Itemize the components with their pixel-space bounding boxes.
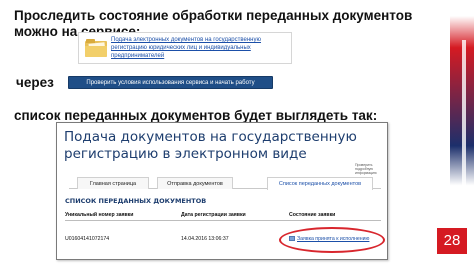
service-tabs: Главная страница Отправка документов Спи… [69,175,381,190]
tab-documents-list[interactable]: Список переданных документов [267,177,373,190]
column-header-id: Уникальный номер заявки [65,212,134,218]
tab-send-documents[interactable]: Отправка документов [157,177,233,189]
check-conditions-button[interactable]: Проверить условия использования сервиса … [68,76,273,89]
list-heading: список переданных документов будет выгля… [14,108,378,123]
documents-list-title: СПИСОК ПЕРЕДАННЫХ ДОКУМЕНТОВ [65,197,207,205]
cell-date: 14.04.2016 13:06:37 [181,236,229,242]
cell-id: U01604141072174 [65,236,110,242]
column-header-status: Состояние заявки [289,212,336,218]
service-link-box[interactable]: Подача электронных документов на государ… [78,32,292,64]
page-number: 28 [437,228,467,254]
service-page-title: Подача документов на государственную рег… [64,129,357,162]
via-label: через [16,75,54,90]
decorative-side-bar [450,0,474,265]
highlight-circle [279,227,385,253]
details-link[interactable]: Проверить подробную информацию [355,163,387,175]
column-header-date: Дата регистрации заявки [181,212,246,218]
service-link[interactable]: Подача электронных документов на государ… [111,36,291,60]
tab-home[interactable]: Главная страница [77,177,149,189]
service-screenshot: Подача документов на государственную рег… [56,122,388,260]
table-header: Уникальный номер заявки Дата регистрации… [65,209,381,221]
folder-icon [85,39,107,57]
